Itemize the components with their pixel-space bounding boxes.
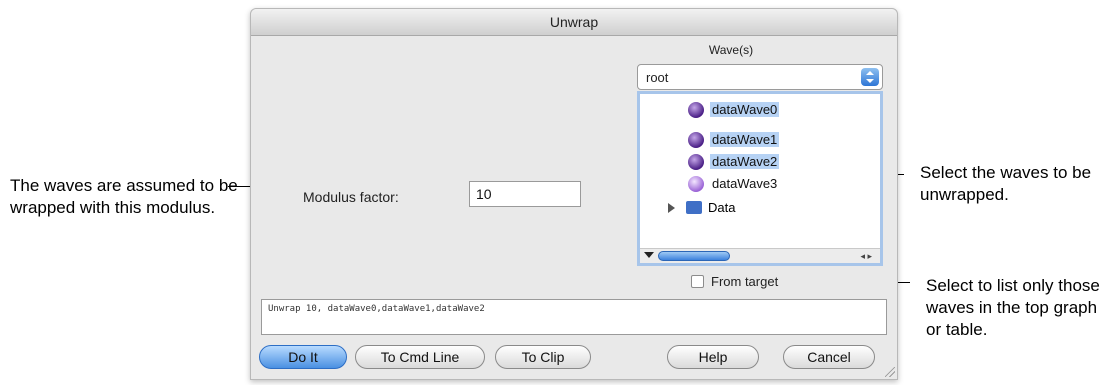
- callout-waves: Select the waves to be unwrapped.: [920, 163, 1092, 204]
- list-item-wave[interactable]: dataWave2: [688, 152, 780, 172]
- callout-from-target: Select to list only those waves in the t…: [926, 276, 1100, 339]
- modulus-factor-label: Modulus factor:: [303, 189, 399, 205]
- modulus-factor-input[interactable]: 10: [469, 181, 581, 207]
- wave-icon: [688, 102, 704, 118]
- help-button[interactable]: Help: [667, 345, 759, 369]
- disclosure-triangle-icon[interactable]: [668, 203, 675, 213]
- command-preview: Unwrap 10, dataWave0,dataWave1,dataWave2: [261, 299, 887, 335]
- waves-label: Wave(s): [708, 43, 754, 57]
- data-folder-popup-value: root: [646, 70, 669, 85]
- popup-arrows-icon: [861, 68, 879, 86]
- scroll-menu-icon[interactable]: [644, 252, 654, 258]
- do-it-button[interactable]: Do It: [259, 345, 347, 369]
- list-item-data-folder[interactable]: Data: [668, 198, 736, 218]
- wave-name: dataWave2: [710, 154, 780, 169]
- list-item-wave[interactable]: dataWave0: [688, 100, 780, 120]
- wave-list[interactable]: dataWave0 dataWave1 dataWave2 dataWave3 …: [637, 91, 883, 266]
- callout-modulus: The waves are assumed to be wrapped with…: [10, 176, 238, 217]
- scroll-arrows-icon[interactable]: ◂ ▸: [860, 251, 872, 262]
- dialog-title-bar[interactable]: Unwrap: [251, 9, 897, 36]
- wave-name: dataWave3: [712, 176, 778, 191]
- list-item-wave[interactable]: dataWave3: [688, 174, 779, 194]
- folder-icon: [686, 201, 702, 214]
- dialog-title: Unwrap: [549, 14, 599, 30]
- horizontal-scrollbar[interactable]: ◂ ▸: [640, 248, 880, 263]
- folder-name: Data: [708, 200, 736, 215]
- from-target-checkbox[interactable]: [691, 275, 704, 288]
- data-folder-popup[interactable]: root: [637, 64, 883, 90]
- wave-icon: [688, 132, 704, 148]
- cancel-button[interactable]: Cancel: [783, 345, 875, 369]
- to-clip-button[interactable]: To Clip: [495, 345, 591, 369]
- wave-icon: [688, 154, 704, 170]
- to-cmd-line-button[interactable]: To Cmd Line: [355, 345, 485, 369]
- unwrap-dialog: Unwrap Modulus factor: 10 Wave(s) root d…: [250, 8, 898, 380]
- list-item-wave[interactable]: dataWave1: [688, 130, 780, 150]
- scroll-thumb[interactable]: [658, 251, 730, 261]
- wave-name: dataWave0: [710, 102, 780, 117]
- wave-name: dataWave1: [710, 132, 780, 147]
- resize-grip-icon[interactable]: [885, 367, 895, 377]
- from-target-label: From target: [711, 274, 779, 289]
- wave-icon: [688, 176, 704, 192]
